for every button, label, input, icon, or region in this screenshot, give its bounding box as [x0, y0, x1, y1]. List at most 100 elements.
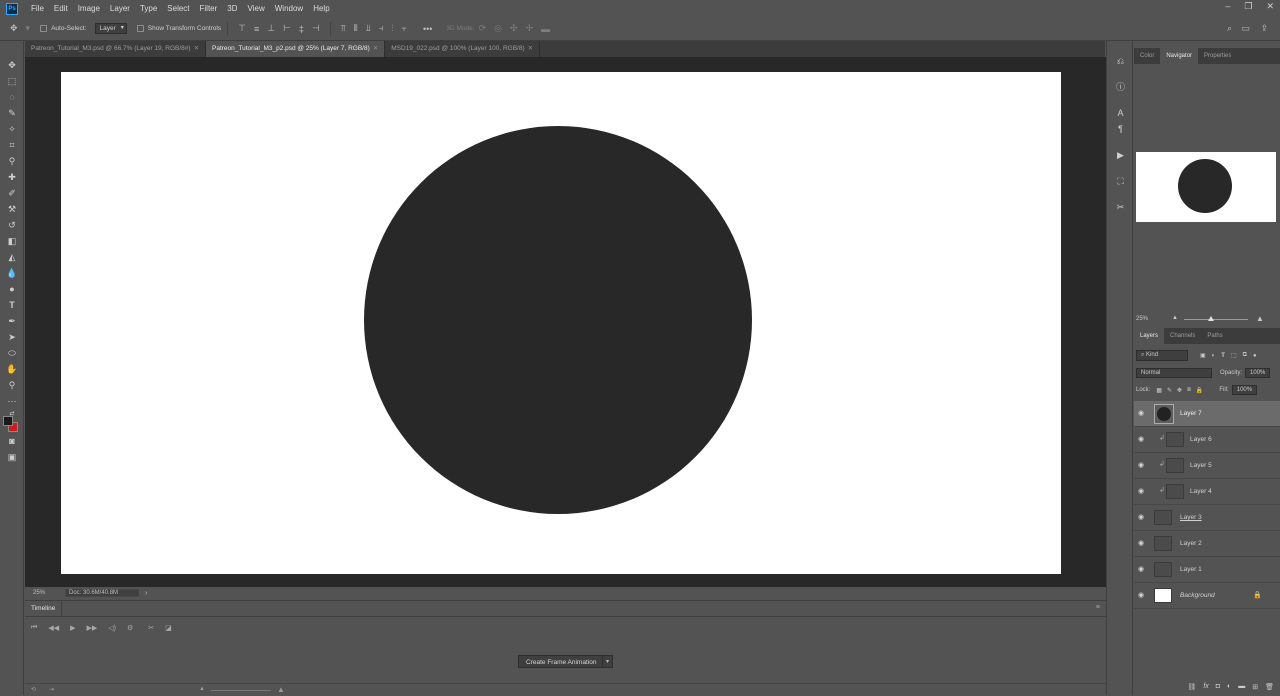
- menu-image[interactable]: Image: [73, 4, 105, 13]
- roll-3d-icon[interactable]: ◎: [494, 23, 502, 34]
- scale-3d-icon[interactable]: ▬: [541, 24, 550, 34]
- menu-help[interactable]: Help: [308, 4, 334, 13]
- layer-row[interactable]: ◉ ↲ Layer 6: [1134, 427, 1280, 453]
- layer-row[interactable]: ◉ Layer 1: [1134, 557, 1280, 583]
- new-group-icon[interactable]: ▬: [1238, 683, 1245, 690]
- layer-row[interactable]: ◉ ↲ Layer 5: [1134, 453, 1280, 479]
- history-panel-icon[interactable]: ⎌: [1114, 55, 1127, 68]
- menu-filter[interactable]: Filter: [195, 4, 223, 13]
- search-icon[interactable]: ⌕: [1227, 23, 1232, 34]
- navigator-zoom-slider[interactable]: [1184, 319, 1248, 320]
- orbit-3d-icon[interactable]: ⟳: [479, 23, 487, 34]
- status-zoom[interactable]: 25%: [25, 590, 65, 596]
- timeline-zoom-slider[interactable]: [211, 690, 271, 691]
- auto-select-dropdown[interactable]: Layer: [94, 23, 127, 34]
- drag-3d-icon[interactable]: ✣: [510, 23, 518, 34]
- paint-bucket-tool-icon[interactable]: ◭: [5, 251, 19, 264]
- history-brush-tool-icon[interactable]: ↺: [5, 219, 19, 232]
- brush-tool-icon[interactable]: ✐: [5, 187, 19, 200]
- menu-type[interactable]: Type: [135, 4, 162, 13]
- split-scissors-icon[interactable]: ✂: [148, 624, 154, 632]
- show-transform-checkbox[interactable]: Show Transform Controls: [136, 25, 221, 32]
- document-tab-1[interactable]: Patreon_Tutorial_M3.psd @ 66.7% (Layer 1…: [25, 41, 207, 57]
- settings-gear-icon[interactable]: ⚙: [127, 624, 133, 632]
- next-frame-icon[interactable]: ▶▶: [86, 624, 97, 632]
- document-tab-3[interactable]: MSD19_022.psd @ 100% (Layer 100, RGB/8) ✕: [385, 41, 541, 57]
- visibility-eye-icon[interactable]: ◉: [1138, 488, 1147, 496]
- visibility-eye-icon[interactable]: ◉: [1138, 410, 1147, 418]
- opacity-field[interactable]: 100%: [1245, 368, 1271, 378]
- filter-adjustment-icon[interactable]: ◐: [1212, 353, 1216, 359]
- quick-mask-icon[interactable]: ◙: [5, 435, 19, 448]
- distribute-left-icon[interactable]: ⫞: [379, 23, 384, 34]
- play-icon[interactable]: ▶: [70, 624, 75, 632]
- layer-name[interactable]: Layer 6: [1190, 436, 1212, 443]
- delete-layer-icon[interactable]: 🗑: [1265, 683, 1274, 691]
- healing-brush-tool-icon[interactable]: ✚: [5, 171, 19, 184]
- close-icon[interactable]: ✕: [1266, 1, 1274, 12]
- first-frame-icon[interactable]: ⏮: [31, 624, 37, 632]
- layer-name[interactable]: Layer 5: [1190, 462, 1212, 469]
- align-top-icon[interactable]: ⊤: [238, 23, 246, 34]
- status-doc-info[interactable]: Doc: 30.6M/40.8M: [65, 589, 140, 597]
- distribute-hcenter-icon[interactable]: ⫶: [391, 23, 393, 34]
- tab-paths[interactable]: Paths: [1201, 328, 1228, 344]
- crop-tool-icon[interactable]: ⌗: [5, 139, 19, 152]
- paragraph-panel-icon[interactable]: ¶: [1114, 123, 1127, 136]
- character-panel-icon[interactable]: A: [1114, 107, 1127, 120]
- visibility-eye-icon[interactable]: ◉: [1138, 436, 1147, 444]
- add-mask-icon[interactable]: ◘: [1216, 683, 1220, 690]
- workspace-icon[interactable]: ▭: [1241, 23, 1250, 34]
- blur-tool-icon[interactable]: 💧: [5, 267, 19, 280]
- close-tab-icon[interactable]: ✕: [373, 45, 378, 52]
- menu-file[interactable]: File: [26, 4, 49, 13]
- visibility-eye-icon[interactable]: ◉: [1138, 566, 1147, 574]
- tool-presets-panel-icon[interactable]: ✂: [1114, 201, 1127, 214]
- tab-layers[interactable]: Layers: [1134, 328, 1165, 344]
- create-frame-animation-button[interactable]: Create Frame Animation: [518, 655, 605, 668]
- magic-wand-tool-icon[interactable]: ✧: [5, 123, 19, 136]
- align-right-icon[interactable]: ⊣: [312, 23, 320, 34]
- more-tools-icon[interactable]: ⋯: [5, 395, 19, 408]
- transition-icon[interactable]: ◪: [165, 624, 172, 632]
- menu-select[interactable]: Select: [162, 4, 194, 13]
- lock-image-icon[interactable]: ✎: [1167, 387, 1172, 394]
- loop-icon[interactable]: ⟲: [31, 686, 36, 693]
- foreground-color-swatch[interactable]: [3, 416, 13, 426]
- filter-toggle-icon[interactable]: ●: [1253, 353, 1257, 359]
- align-bottom-icon[interactable]: ⊥: [267, 23, 275, 34]
- navigator-preview[interactable]: [1136, 152, 1276, 222]
- visibility-eye-icon[interactable]: ◉: [1138, 462, 1147, 470]
- lock-position-icon[interactable]: ✥: [1177, 387, 1182, 394]
- audio-icon[interactable]: ◁): [108, 624, 116, 632]
- menu-window[interactable]: Window: [270, 4, 308, 13]
- distribute-bottom-icon[interactable]: ⫫: [366, 23, 371, 34]
- tab-color[interactable]: Color: [1134, 48, 1160, 64]
- menu-edit[interactable]: Edit: [49, 4, 73, 13]
- navigator-slider-thumb[interactable]: [1208, 316, 1214, 321]
- zoom-out-mountain-icon[interactable]: ▲: [1172, 315, 1178, 321]
- menu-3d[interactable]: 3D: [222, 4, 242, 13]
- lock-transparent-icon[interactable]: ▦: [1156, 387, 1162, 394]
- distribute-vcenter-icon[interactable]: ⫴: [354, 23, 358, 34]
- marquee-tool-icon[interactable]: ⬚: [5, 75, 19, 88]
- ellipse-tool-icon[interactable]: ⬭: [5, 347, 19, 360]
- chevron-down-icon[interactable]: ▾: [602, 655, 613, 668]
- filter-kind-dropdown[interactable]: ⌕ Kind: [1136, 350, 1188, 361]
- blend-mode-dropdown[interactable]: Normal: [1136, 368, 1212, 378]
- distribute-top-icon[interactable]: ⫪: [341, 23, 346, 34]
- zoom-out-mountain-icon[interactable]: ▲: [199, 686, 205, 692]
- layer-name[interactable]: Layer 3: [1180, 514, 1202, 521]
- slide-3d-icon[interactable]: ✢: [526, 23, 534, 34]
- layer-row[interactable]: ◉ Background 🔒: [1134, 583, 1280, 609]
- lock-artboard-icon[interactable]: ⧈: [1187, 387, 1191, 394]
- clone-source-panel-icon[interactable]: ⛶: [1114, 175, 1127, 188]
- lock-all-icon[interactable]: 🔒: [1196, 387, 1203, 394]
- actions-panel-icon[interactable]: ▶: [1114, 149, 1127, 162]
- visibility-eye-icon[interactable]: ◉: [1138, 514, 1147, 522]
- adjustment-layer-icon[interactable]: ◐: [1227, 683, 1231, 690]
- layer-row[interactable]: ◉ ↲ Layer 4: [1134, 479, 1280, 505]
- align-hcenter-icon[interactable]: ‡: [299, 24, 304, 34]
- filter-shape-icon[interactable]: ⬚: [1231, 352, 1237, 359]
- visibility-eye-icon[interactable]: ◉: [1138, 592, 1147, 600]
